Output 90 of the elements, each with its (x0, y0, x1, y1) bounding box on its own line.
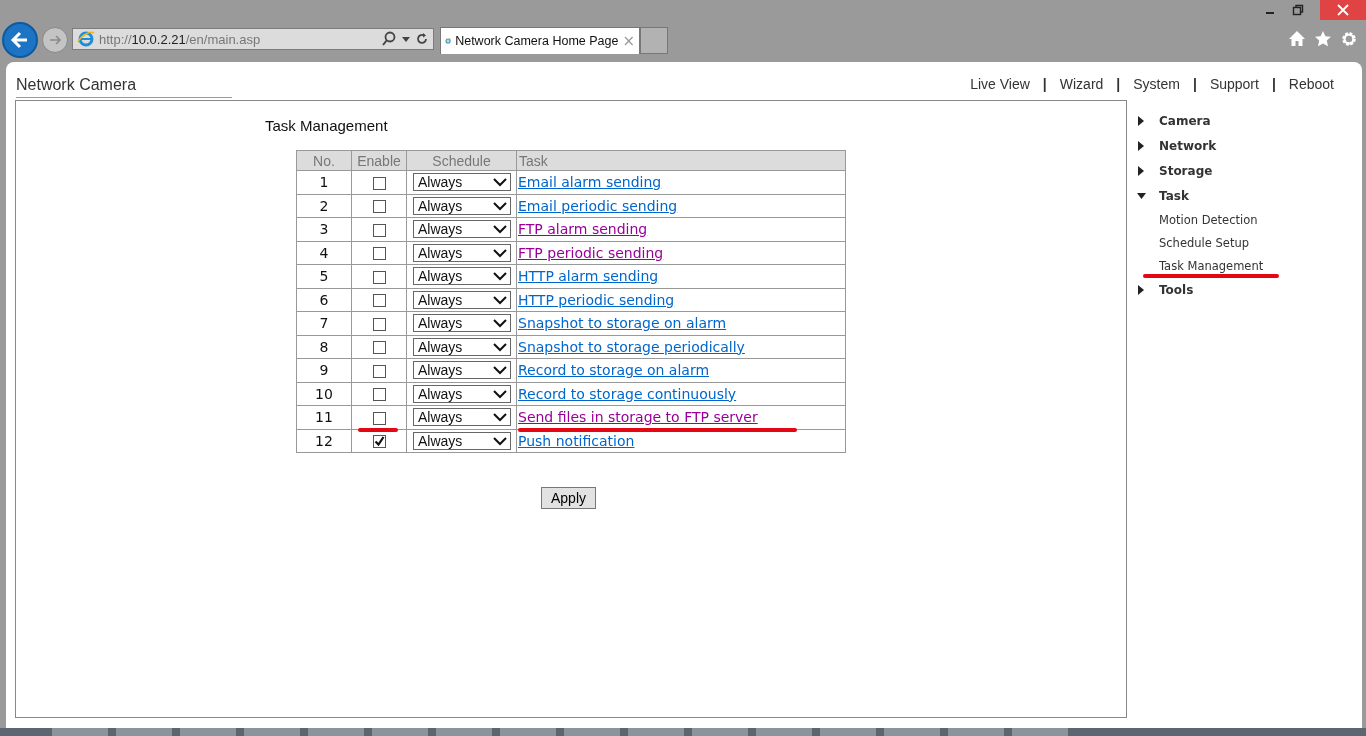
checkbox[interactable] (372, 270, 386, 284)
schedule-dropdown[interactable]: Always (413, 361, 511, 380)
checkbox[interactable] (372, 223, 386, 237)
nav-separator: | (1192, 76, 1197, 92)
checkbox[interactable] (372, 435, 386, 449)
sidebar-item[interactable]: Camera (1159, 113, 1211, 128)
table-cell: 1 (296, 170, 352, 194)
checkbox[interactable] (372, 364, 386, 378)
schedule-dropdown[interactable]: Always (413, 196, 511, 215)
checkbox[interactable] (372, 247, 386, 261)
checkbox[interactable] (372, 388, 386, 402)
sidebar-subitem[interactable]: Motion Detection (1159, 212, 1258, 227)
schedule-dropdown[interactable]: Always (413, 408, 511, 427)
close-button[interactable] (1320, 0, 1366, 20)
sidebar-subitem[interactable]: Schedule Setup (1159, 235, 1249, 250)
checkbox[interactable] (372, 317, 386, 331)
schedule-dropdown[interactable]: Always (413, 267, 511, 286)
restore-icon[interactable] (1292, 4, 1304, 16)
chevron-down-icon (493, 412, 507, 423)
site-title: Network Camera (16, 76, 233, 98)
sidebar-subitem[interactable]: Task Management (1159, 258, 1264, 273)
star-icon[interactable] (1314, 30, 1332, 48)
table-cell: 8 (296, 335, 352, 359)
sidebar-item[interactable]: Network (1159, 138, 1217, 153)
table-cell: 11 (296, 405, 352, 429)
table-cell: 7 (296, 311, 352, 335)
chevron-down-icon (493, 224, 507, 235)
schedule-dropdown[interactable]: Always (413, 431, 511, 450)
checkbox[interactable] (372, 200, 386, 214)
chevron-down-icon (493, 318, 507, 329)
forward-button[interactable] (42, 27, 68, 53)
sidebar-item[interactable]: Tools (1159, 282, 1194, 297)
nav-link[interactable]: Reboot (1288, 76, 1334, 92)
nav-link[interactable]: System (1133, 76, 1180, 92)
apply-button[interactable]: Apply (541, 487, 597, 509)
forward-arrow-icon (48, 33, 62, 47)
close-icon (1337, 4, 1349, 16)
schedule-dropdown[interactable]: Always (413, 314, 511, 333)
checkbox[interactable] (372, 411, 386, 425)
chevron-down-icon (493, 388, 507, 399)
browser-logo-icon (77, 30, 95, 48)
schedule-dropdown[interactable]: Always (413, 173, 511, 192)
chevron-down-icon (493, 200, 507, 211)
nav-link[interactable]: Wizard (1059, 76, 1104, 92)
nav-link[interactable]: Support (1209, 76, 1259, 92)
table-cell: 3 (296, 217, 352, 241)
column-header: Enable (351, 150, 407, 171)
column-header: Task (516, 150, 846, 171)
search-icon[interactable] (381, 31, 397, 47)
new-tab-button[interactable] (640, 27, 668, 54)
table-cell: 12 (296, 429, 352, 453)
schedule-dropdown[interactable]: Always (413, 290, 511, 309)
chevron-down-icon (493, 365, 507, 376)
chevron-down-icon (493, 247, 507, 258)
chevron-down-icon (493, 271, 507, 282)
chevron-down-icon (493, 177, 507, 188)
browser-tab[interactable]: Network Camera Home Page × (440, 27, 640, 54)
nav-separator: | (1116, 76, 1121, 92)
schedule-dropdown[interactable]: Always (413, 384, 511, 403)
table-cell: 10 (296, 382, 352, 406)
column-header: Schedule (406, 150, 517, 171)
nav-separator: | (1042, 76, 1047, 92)
table-cell: 2 (296, 194, 352, 218)
settings-icon[interactable] (1340, 30, 1358, 48)
nav-link[interactable]: Live View (970, 76, 1030, 92)
checkbox[interactable] (372, 341, 386, 355)
column-header: No. (296, 150, 352, 171)
table-cell: 5 (296, 264, 352, 288)
back-button[interactable] (2, 22, 38, 58)
sidebar-item[interactable]: Task (1159, 188, 1189, 203)
table-cell: 6 (296, 288, 352, 312)
checkbox[interactable] (372, 176, 386, 190)
refresh-icon[interactable] (415, 32, 429, 46)
checkbox[interactable] (372, 294, 386, 308)
table-cell: 4 (296, 241, 352, 265)
table-cell: 9 (296, 358, 352, 382)
chevron-down-icon (493, 341, 507, 352)
dropdown-caret-icon[interactable] (401, 34, 411, 44)
nav-separator: | (1271, 76, 1276, 92)
schedule-dropdown[interactable]: Always (413, 337, 511, 356)
chevron-down-icon (493, 294, 507, 305)
home-icon[interactable] (1288, 30, 1306, 48)
tab-title: Network Camera Home Page (455, 34, 619, 48)
schedule-dropdown[interactable]: Always (413, 243, 511, 262)
address-bar[interactable]: http://10.0.2.21/en/main.asp (72, 28, 434, 50)
chevron-down-icon (493, 435, 507, 446)
sidebar-item[interactable]: Storage (1159, 163, 1213, 178)
schedule-dropdown[interactable]: Always (413, 220, 511, 239)
url-text: http://10.0.2.21/en/main.asp (99, 31, 262, 47)
page-heading: Task Management (265, 117, 388, 134)
